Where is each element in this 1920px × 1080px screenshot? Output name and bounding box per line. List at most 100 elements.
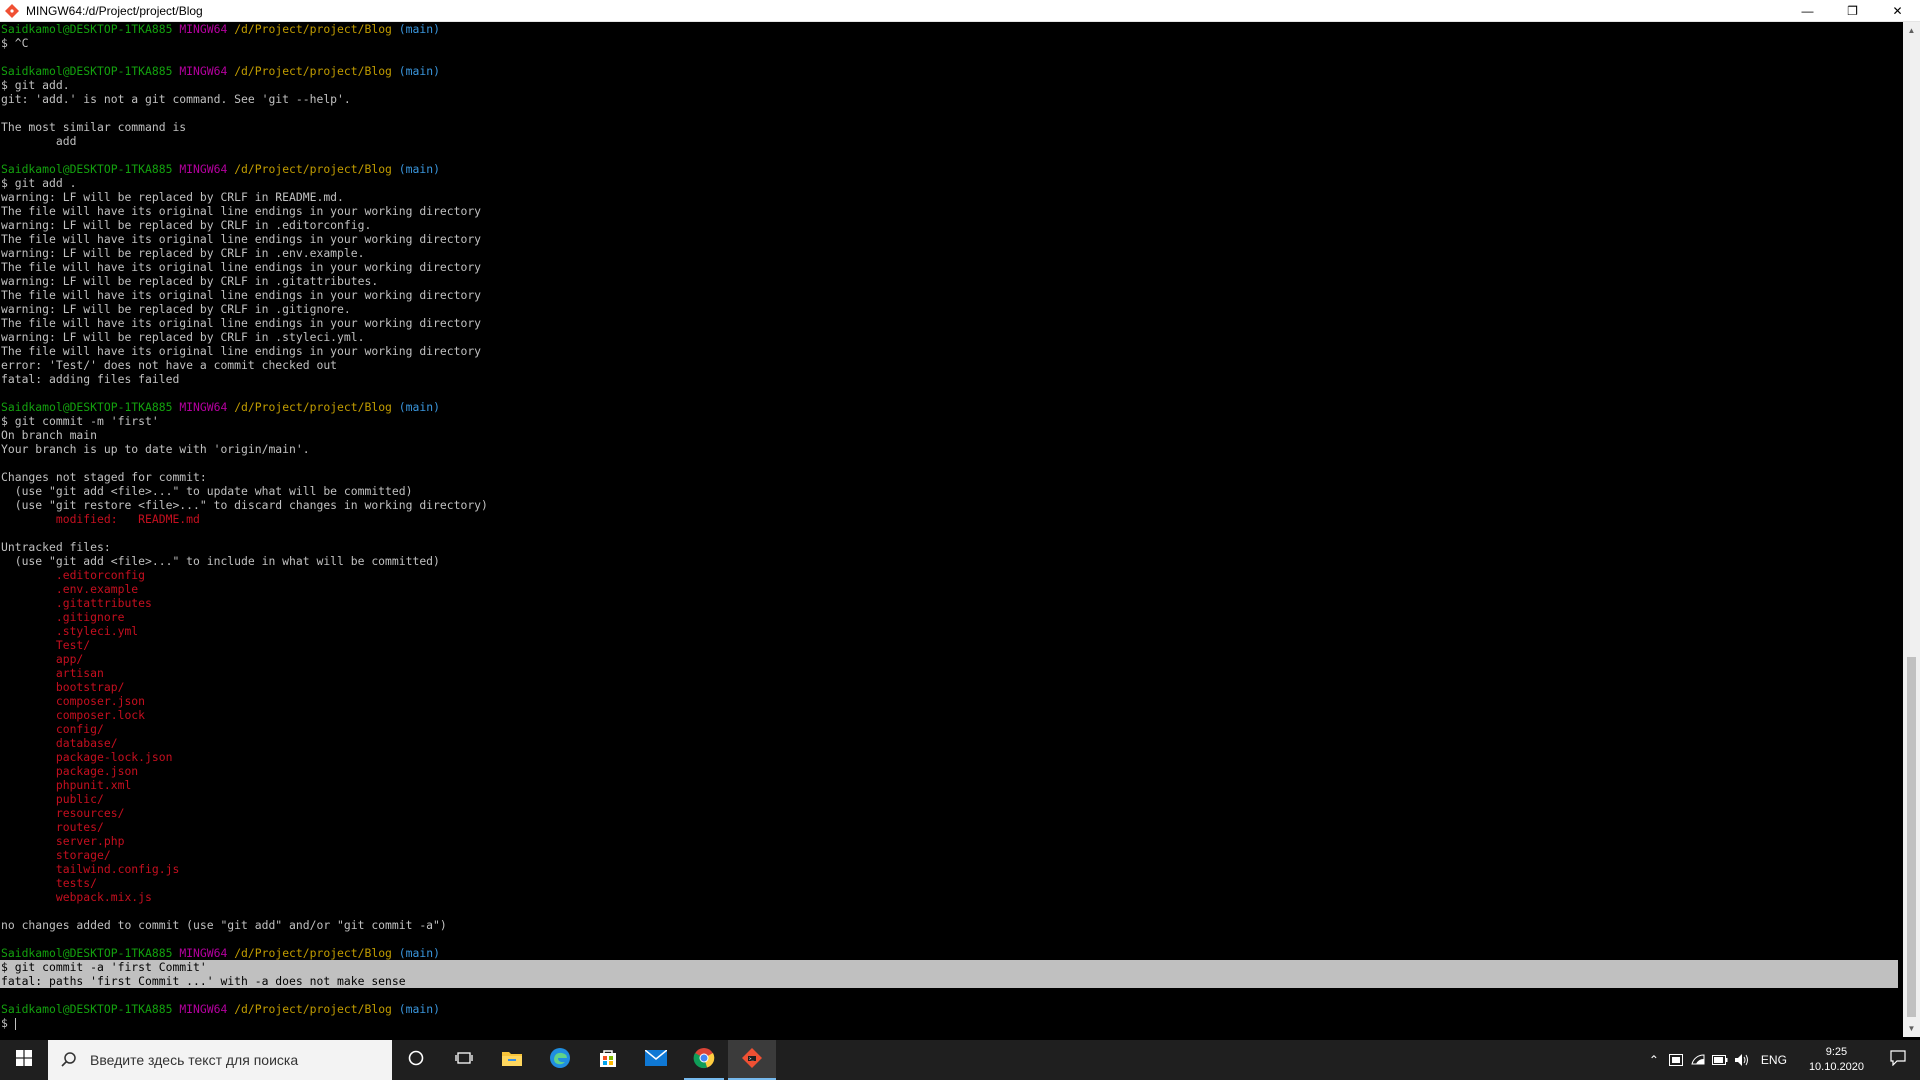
terminal-text: .gitignore bbox=[1, 610, 125, 624]
search-icon bbox=[60, 1051, 78, 1069]
terminal-line: The file will have its original line end… bbox=[0, 344, 1903, 358]
scroll-up-arrow-icon[interactable]: ▲ bbox=[1903, 22, 1920, 39]
terminal-text: (main) bbox=[391, 400, 440, 414]
volume-icon[interactable] bbox=[1731, 1040, 1753, 1080]
battery-icon[interactable] bbox=[1709, 1040, 1731, 1080]
terminal-text: Untracked files: bbox=[1, 540, 111, 554]
terminal-line: Saidkamol@DESKTOP-1TKA885 MINGW64 /d/Pro… bbox=[0, 946, 1903, 960]
taskbar: Введите здесь текст для поиска >_ ⌃ ENG … bbox=[0, 1040, 1920, 1080]
terminal-text: Saidkamol@DESKTOP-1TKA885 bbox=[1, 22, 180, 36]
terminal-line: storage/ bbox=[0, 848, 1903, 862]
close-button[interactable]: ✕ bbox=[1875, 0, 1920, 22]
taskbar-git-bash[interactable]: >_ bbox=[728, 1040, 776, 1080]
terminal-line: database/ bbox=[0, 736, 1903, 750]
terminal-text: On branch main bbox=[1, 428, 98, 442]
terminal-line: tests/ bbox=[0, 876, 1903, 890]
terminal-scrollbar[interactable]: ▲ ▼ bbox=[1903, 22, 1920, 1037]
terminal-text: package-lock.json bbox=[1, 750, 173, 764]
terminal-text: warning: LF will be replaced by CRLF in … bbox=[1, 218, 372, 232]
terminal-line: artisan bbox=[0, 666, 1903, 680]
task-view-button[interactable] bbox=[440, 1040, 488, 1080]
maximize-button[interactable]: ❐ bbox=[1830, 0, 1875, 22]
scrollbar-thumb[interactable] bbox=[1907, 657, 1916, 1017]
terminal-line: git: 'add.' is not a git command. See 'g… bbox=[0, 92, 1903, 106]
taskbar-edge[interactable] bbox=[536, 1040, 584, 1080]
terminal-text: /d/Project/project/Blog bbox=[234, 946, 392, 960]
terminal-text: Saidkamol@DESKTOP-1TKA885 bbox=[1, 946, 180, 960]
terminal-line: (use "git add <file>..." to update what … bbox=[0, 484, 1903, 498]
terminal-text: warning: LF will be replaced by CRLF in … bbox=[1, 302, 351, 316]
terminal-text: MINGW64 bbox=[179, 162, 235, 176]
terminal-line: .env.example bbox=[0, 582, 1903, 596]
taskbar-search-box[interactable]: Введите здесь текст для поиска bbox=[48, 1040, 392, 1080]
taskbar-chrome[interactable] bbox=[680, 1040, 728, 1080]
terminal-line: composer.lock bbox=[0, 708, 1903, 722]
terminal-text: warning: LF will be replaced by CRLF in … bbox=[1, 190, 344, 204]
terminal-text: MINGW64 bbox=[179, 22, 235, 36]
terminal-text: error: 'Test/' does not have a commit ch… bbox=[1, 358, 338, 372]
terminal-line: The file will have its original line end… bbox=[0, 204, 1903, 218]
scroll-down-arrow-icon[interactable]: ▼ bbox=[1903, 1020, 1920, 1037]
meet-now-icon[interactable] bbox=[1665, 1040, 1687, 1080]
terminal-text: $ bbox=[1, 1016, 15, 1030]
terminal-line: warning: LF will be replaced by CRLF in … bbox=[0, 274, 1903, 288]
terminal-line: warning: LF will be replaced by CRLF in … bbox=[0, 218, 1903, 232]
terminal-line: package-lock.json bbox=[0, 750, 1903, 764]
cortana-button[interactable] bbox=[392, 1040, 440, 1080]
minimize-button[interactable]: — bbox=[1785, 0, 1830, 22]
terminal-line: Saidkamol@DESKTOP-1TKA885 MINGW64 /d/Pro… bbox=[0, 64, 1903, 78]
terminal-line: add bbox=[0, 134, 1903, 148]
terminal-text: (main) bbox=[391, 22, 440, 36]
action-center-button[interactable] bbox=[1876, 1040, 1920, 1080]
terminal-line: The file will have its original line end… bbox=[0, 232, 1903, 246]
taskbar-store[interactable] bbox=[584, 1040, 632, 1080]
terminal-line: Changes not staged for commit: bbox=[0, 470, 1903, 484]
terminal-line: modified: README.md bbox=[0, 512, 1903, 526]
terminal-text: .editorconfig bbox=[1, 568, 146, 582]
terminal-text: phpunit.xml bbox=[1, 778, 132, 792]
input-language[interactable]: ENG bbox=[1761, 1053, 1787, 1067]
terminal-text: MINGW64 bbox=[179, 946, 235, 960]
terminal-line: The most similar command is bbox=[0, 120, 1903, 134]
terminal-text: git: 'add.' is not a git command. See 'g… bbox=[1, 92, 351, 106]
terminal-text: .styleci.yml bbox=[1, 624, 139, 638]
task-view-icon bbox=[455, 1049, 473, 1072]
terminal-line: no changes added to commit (use "git add… bbox=[0, 918, 1903, 932]
terminal-line: warning: LF will be replaced by CRLF in … bbox=[0, 190, 1903, 204]
terminal-text: Saidkamol@DESKTOP-1TKA885 bbox=[1, 64, 180, 78]
chrome-icon bbox=[693, 1047, 715, 1074]
terminal-line: routes/ bbox=[0, 820, 1903, 834]
start-button[interactable] bbox=[0, 1040, 48, 1080]
terminal-text: The file will have its original line end… bbox=[1, 260, 482, 274]
system-tray: ⌃ ENG 9:25 10.10.2020 bbox=[1643, 1040, 1920, 1080]
terminal-line: Saidkamol@DESKTOP-1TKA885 MINGW64 /d/Pro… bbox=[0, 162, 1903, 176]
taskbar-file-explorer[interactable] bbox=[488, 1040, 536, 1080]
svg-text:>_: >_ bbox=[749, 1056, 754, 1061]
terminal-line: Saidkamol@DESKTOP-1TKA885 MINGW64 /d/Pro… bbox=[0, 22, 1903, 36]
terminal-text: tailwind.config.js bbox=[1, 862, 180, 876]
terminal-text: $ git add. bbox=[1, 78, 70, 92]
window-titlebar[interactable]: MINGW64:/d/Project/project/Blog — ❐ ✕ bbox=[0, 0, 1920, 22]
clock[interactable]: 9:25 10.10.2020 bbox=[1809, 1045, 1864, 1075]
wifi-icon[interactable] bbox=[1687, 1040, 1709, 1080]
terminal-line: config/ bbox=[0, 722, 1903, 736]
terminal-line: Saidkamol@DESKTOP-1TKA885 MINGW64 /d/Pro… bbox=[0, 1002, 1903, 1016]
terminal-text: routes/ bbox=[1, 820, 104, 834]
terminal-line: $ bbox=[0, 1016, 1903, 1030]
terminal-text: artisan bbox=[1, 666, 104, 680]
terminal-text: resources/ bbox=[1, 806, 125, 820]
taskbar-mail[interactable] bbox=[632, 1040, 680, 1080]
notification-icon bbox=[1890, 1049, 1906, 1071]
terminal-text: bootstrap/ bbox=[1, 680, 125, 694]
terminal-output[interactable]: Saidkamol@DESKTOP-1TKA885 MINGW64 /d/Pro… bbox=[0, 22, 1903, 1037]
terminal-text: tests/ bbox=[1, 876, 98, 890]
terminal-line: (use "git restore <file>..." to discard … bbox=[0, 498, 1903, 512]
terminal-text: no changes added to commit (use "git add… bbox=[1, 918, 447, 932]
store-icon bbox=[598, 1048, 618, 1073]
show-hidden-icons-chevron-icon[interactable]: ⌃ bbox=[1643, 1040, 1665, 1080]
